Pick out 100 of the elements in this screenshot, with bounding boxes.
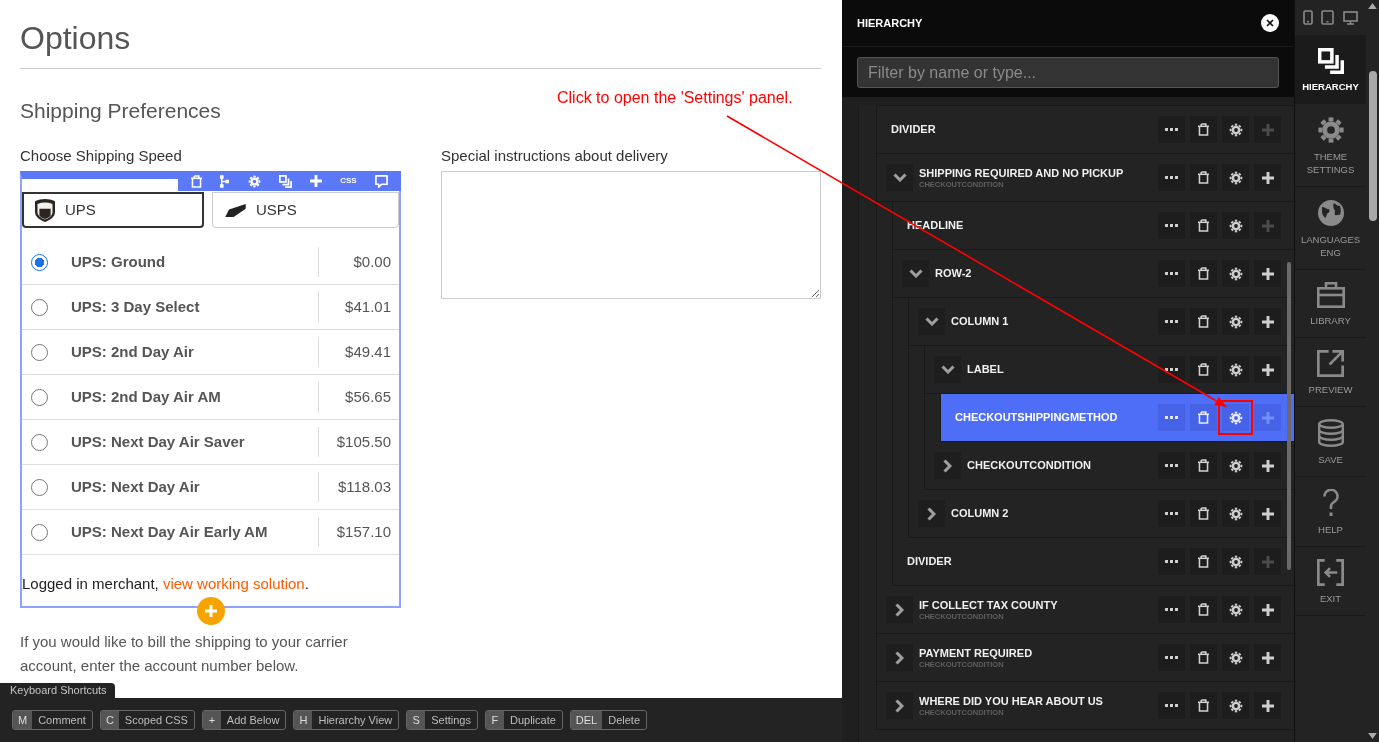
radio-button[interactable]: [31, 523, 48, 541]
settings-button[interactable]: [1222, 212, 1249, 239]
more-button[interactable]: [1158, 164, 1185, 191]
tablet-icon[interactable]: [1321, 10, 1335, 25]
sidebar-item[interactable]: SAVE: [1295, 406, 1366, 476]
more-button[interactable]: [1158, 212, 1185, 239]
expand-toggle[interactable]: [886, 692, 913, 719]
settings-button[interactable]: [1222, 116, 1249, 143]
expand-toggle[interactable]: [886, 164, 913, 191]
settings-button[interactable]: [1222, 548, 1249, 575]
dots-icon: [1165, 656, 1178, 659]
expand-toggle[interactable]: [886, 596, 913, 623]
node-title: CHECKOUTCONDITION: [967, 459, 1092, 472]
settings-button[interactable]: [1222, 164, 1249, 191]
delete-button[interactable]: [1190, 692, 1217, 719]
add-button[interactable]: [1254, 596, 1281, 623]
scroll-up-icon[interactable]: [1368, 3, 1377, 9]
sidebar-item[interactable]: EXIT: [1295, 546, 1366, 616]
carrier-tab[interactable]: USPS: [212, 192, 399, 228]
sidebar-item[interactable]: HELP: [1295, 476, 1366, 546]
carrier-tab[interactable]: UPS: [22, 192, 204, 228]
radio-button[interactable]: [31, 253, 48, 271]
delete-button[interactable]: [1190, 212, 1217, 239]
more-button[interactable]: [1158, 308, 1185, 335]
settings-button[interactable]: [1222, 596, 1249, 623]
add-button[interactable]: [1254, 308, 1281, 335]
more-button[interactable]: [1158, 692, 1185, 719]
delete-button[interactable]: [1190, 164, 1217, 191]
expand-toggle[interactable]: [918, 500, 945, 527]
settings-button[interactable]: [1222, 692, 1249, 719]
method-price: $56.65: [344, 386, 391, 407]
radio-button[interactable]: [31, 433, 48, 451]
delete-button[interactable]: [1190, 452, 1217, 479]
phone-icon[interactable]: [1303, 10, 1314, 25]
filter-field[interactable]: Filter by name or type...: [857, 57, 1279, 88]
scrollbar-thumb[interactable]: [1287, 262, 1291, 570]
sidebar-item[interactable]: THEME SETTINGS: [1295, 103, 1366, 186]
trash-icon: [1198, 699, 1209, 712]
add-button[interactable]: [1254, 260, 1281, 287]
dots-icon: [1165, 368, 1178, 371]
add-button[interactable]: [1254, 692, 1281, 719]
expand-toggle[interactable]: [918, 308, 945, 335]
delete-button[interactable]: [1190, 308, 1217, 335]
duplicate-button[interactable]: [278, 174, 292, 188]
instructions-field[interactable]: [441, 171, 821, 299]
shortcut-label: Comment: [37, 713, 87, 728]
structure-button[interactable]: [220, 174, 230, 188]
close-button[interactable]: [1261, 14, 1279, 32]
delete-button[interactable]: [1190, 548, 1217, 575]
delete-button[interactable]: [1190, 500, 1217, 527]
more-button[interactable]: [1158, 356, 1185, 383]
settings-button[interactable]: [1222, 500, 1249, 527]
radio-button[interactable]: [31, 298, 48, 316]
radio-button[interactable]: [31, 478, 48, 496]
expand-toggle[interactable]: [934, 452, 961, 479]
delete-button[interactable]: [1190, 596, 1217, 623]
settings-button[interactable]: [1222, 260, 1249, 287]
settings-button[interactable]: [1222, 452, 1249, 479]
css-button[interactable]: CSS: [340, 176, 357, 186]
more-button[interactable]: [1158, 644, 1185, 671]
scrollbar-thumb[interactable]: [1368, 71, 1377, 221]
radio-button[interactable]: [31, 388, 48, 406]
expand-toggle[interactable]: [934, 356, 961, 383]
sidebar-item[interactable]: LANGUAGES ENG: [1295, 186, 1366, 269]
delete-button[interactable]: [1190, 260, 1217, 287]
gear-icon: [1228, 458, 1243, 473]
expand-toggle[interactable]: [886, 644, 913, 671]
more-button[interactable]: [1158, 260, 1185, 287]
scroll-down-icon[interactable]: [1368, 733, 1377, 739]
delete-button[interactable]: [1190, 644, 1217, 671]
comment-button[interactable]: [374, 174, 388, 188]
more-button[interactable]: [1158, 116, 1185, 143]
radio-button[interactable]: [31, 343, 48, 361]
plus-icon: [1261, 123, 1274, 136]
node-title: SHIPPING REQUIRED AND NO PICKUP: [919, 166, 1124, 180]
desktop-icon[interactable]: [1342, 10, 1358, 25]
sidebar-item[interactable]: LIBRARY: [1295, 269, 1366, 337]
add-button[interactable]: [1254, 452, 1281, 479]
expand-toggle[interactable]: [902, 260, 929, 287]
more-button[interactable]: [1158, 452, 1185, 479]
shortcuts-tab[interactable]: Keyboard Shortcuts: [0, 683, 115, 698]
more-button[interactable]: [1158, 500, 1185, 527]
add-button[interactable]: [1254, 644, 1281, 671]
sidebar-item[interactable]: HIERARCHY: [1295, 35, 1366, 103]
delete-button[interactable]: [1190, 116, 1217, 143]
more-button[interactable]: [1158, 596, 1185, 623]
add-button[interactable]: [1254, 500, 1281, 527]
add-button[interactable]: [1254, 164, 1281, 191]
node-title: PAYMENT REQUIRED: [919, 646, 1033, 660]
dots-icon: [1165, 608, 1178, 611]
sidebar-item[interactable]: PREVIEW: [1295, 337, 1366, 406]
settings-button[interactable]: [1222, 356, 1249, 383]
gear-icon: [1228, 650, 1243, 665]
settings-button[interactable]: [1222, 308, 1249, 335]
settings-button[interactable]: [1222, 644, 1249, 671]
more-button[interactable]: [1158, 548, 1185, 575]
add-button[interactable]: [1254, 356, 1281, 383]
dots-icon: [1165, 464, 1178, 467]
plus-icon: [1261, 507, 1274, 520]
delete-button[interactable]: [1190, 356, 1217, 383]
